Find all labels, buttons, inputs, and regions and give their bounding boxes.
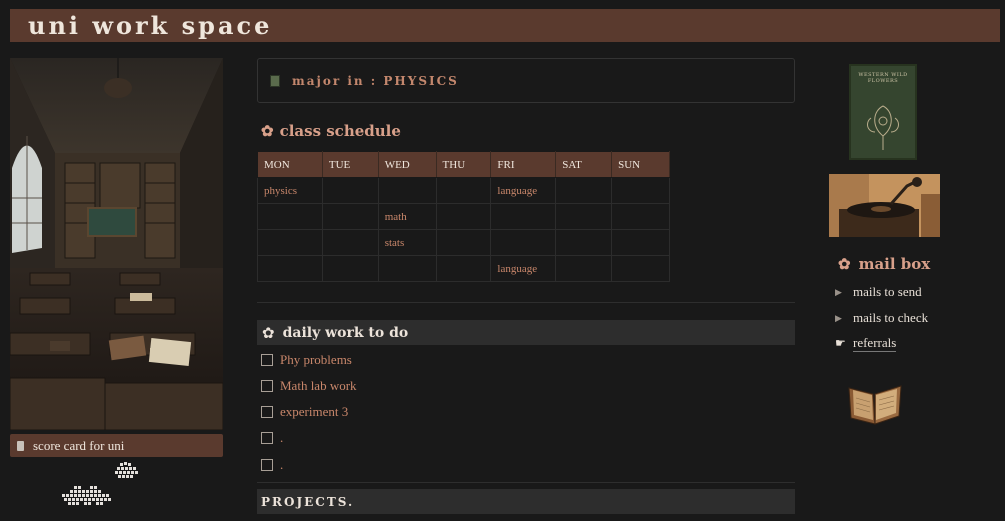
mailbox-item-referrals[interactable]: ☛ referrals: [835, 335, 897, 352]
checkbox[interactable]: [261, 354, 273, 366]
table-cell[interactable]: [257, 255, 323, 282]
daily-work-heading: ✿ daily work to do: [257, 320, 795, 345]
mailbox-item-label: mails to check: [853, 310, 929, 325]
pointing-hand-icon: ☛: [835, 336, 846, 350]
table-cell[interactable]: [555, 203, 613, 230]
page-title: uni work space: [28, 11, 273, 40]
day-header-fri[interactable]: FRI: [490, 151, 557, 178]
table-cell[interactable]: [611, 177, 670, 204]
table-cell[interactable]: [611, 203, 670, 230]
table-cell[interactable]: [490, 229, 557, 256]
todo-item[interactable]: .: [261, 457, 283, 473]
todo-label: .: [280, 457, 284, 472]
table-cell[interactable]: [435, 203, 492, 230]
flower-icon: ✿: [261, 122, 274, 140]
table-cell[interactable]: math: [377, 203, 437, 230]
pixel-cloud-icon: [115, 462, 138, 478]
class-schedule-table[interactable]: MON TUE WED THU FRI SAT SUN physics lang…: [257, 151, 670, 282]
mailbox-item-send[interactable]: ▶ mails to send: [835, 284, 922, 300]
pixel-cloud-large-icon: [62, 486, 111, 505]
table-cell[interactable]: [257, 229, 323, 256]
mailbox-heading: ✿ mail box: [838, 255, 930, 273]
todo-item[interactable]: experiment 3: [261, 404, 348, 420]
floral-ornament-icon: [867, 105, 899, 150]
table-row: math: [257, 203, 670, 230]
flower-icon: ✿: [262, 323, 275, 342]
library-cover-image[interactable]: [10, 58, 223, 430]
book-icon: [270, 74, 280, 87]
table-row: physics language: [257, 177, 670, 204]
todo-item[interactable]: Phy problems: [261, 352, 352, 368]
table-cell[interactable]: stats: [377, 229, 437, 256]
day-header-thu[interactable]: THU: [435, 151, 492, 178]
triangle-right-icon[interactable]: ▶: [835, 313, 843, 324]
todo-item[interactable]: .: [261, 430, 283, 446]
table-cell[interactable]: [321, 229, 379, 256]
table-row: stats: [257, 229, 670, 256]
table-cell[interactable]: [490, 203, 557, 230]
open-book-icon[interactable]: [845, 378, 905, 428]
table-cell[interactable]: [377, 177, 437, 204]
projects-title: PROJECTS.: [261, 494, 355, 509]
major-callout[interactable]: major in : PHYSICS: [257, 58, 795, 103]
table-cell[interactable]: physics: [257, 177, 323, 204]
table-cell[interactable]: [555, 229, 613, 256]
triangle-right-icon[interactable]: ▶: [835, 287, 843, 298]
page-banner: uni work space: [10, 9, 1000, 42]
todo-item[interactable]: Math lab work: [261, 378, 357, 394]
table-cell[interactable]: [321, 177, 379, 204]
referrals-link[interactable]: referrals: [853, 335, 897, 352]
table-cell[interactable]: language: [490, 255, 557, 282]
table-row: language: [257, 255, 670, 282]
table-cell[interactable]: [555, 177, 613, 204]
table-cell[interactable]: [611, 229, 670, 256]
gramophone-illustration: [829, 174, 940, 237]
checkbox[interactable]: [261, 459, 273, 471]
checkbox[interactable]: [261, 380, 273, 392]
todo-label: Math lab work: [280, 378, 357, 393]
mailbox-title: mail box: [858, 255, 931, 273]
day-header-mon[interactable]: MON: [257, 151, 323, 178]
gramophone-image[interactable]: [829, 174, 940, 237]
mailbox-item-check[interactable]: ▶ mails to check: [835, 310, 928, 326]
table-cell[interactable]: [257, 203, 323, 230]
table-cell[interactable]: [555, 255, 613, 282]
table-cell[interactable]: language: [490, 177, 557, 204]
daily-work-title: daily work to do: [282, 324, 409, 341]
divider: [257, 302, 795, 303]
mailbox-item-label: mails to send: [853, 284, 922, 299]
major-text: major in : PHYSICS: [292, 73, 459, 88]
todo-label: .: [280, 430, 284, 445]
scorecard-link[interactable]: score card for uni: [10, 434, 223, 457]
todo-label: experiment 3: [280, 404, 349, 419]
table-cell[interactable]: [321, 203, 379, 230]
checkbox[interactable]: [261, 432, 273, 444]
schedule-title: class schedule: [279, 122, 401, 140]
flower-icon: ✿: [838, 255, 851, 273]
table-cell[interactable]: [377, 255, 437, 282]
table-cell[interactable]: [321, 255, 379, 282]
divider: [257, 482, 795, 483]
checkbox[interactable]: [261, 406, 273, 418]
table-cell[interactable]: [435, 255, 492, 282]
day-header-sun[interactable]: SUN: [611, 151, 670, 178]
day-header-sat[interactable]: SAT: [555, 151, 613, 178]
library-illustration: [10, 58, 223, 430]
day-header-tue[interactable]: TUE: [321, 151, 379, 178]
day-header-wed[interactable]: WED: [377, 151, 437, 178]
todo-label: Phy problems: [280, 352, 352, 367]
projects-heading: PROJECTS.: [257, 489, 795, 514]
table-cell[interactable]: [435, 177, 492, 204]
scorecard-label: score card for uni: [33, 437, 125, 453]
table-cell[interactable]: [611, 255, 670, 282]
schedule-heading: ✿ class schedule: [261, 122, 401, 140]
schedule-header-row: MON TUE WED THU FRI SAT SUN: [257, 151, 670, 178]
table-cell[interactable]: [435, 229, 492, 256]
book-cover-image[interactable]: WESTERN WILD FLOWERS: [849, 64, 917, 160]
document-icon: [17, 440, 24, 451]
